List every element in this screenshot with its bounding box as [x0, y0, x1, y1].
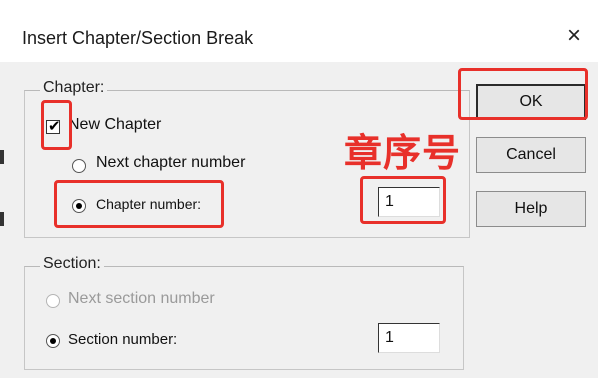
chapter-number-label[interactable]: Chapter number: [96, 196, 201, 212]
next-chapter-label[interactable]: Next chapter number [96, 154, 245, 172]
chapter-legend: Chapter: [40, 79, 108, 97]
section-number-radio[interactable] [46, 334, 60, 348]
cancel-button[interactable]: Cancel [476, 137, 586, 173]
left-edge-mark [0, 212, 4, 226]
section-number-label[interactable]: Section number: [68, 331, 177, 348]
help-button[interactable]: Help [476, 191, 586, 227]
chapter-number-radio[interactable] [72, 199, 86, 213]
dialog-title: Insert Chapter/Section Break [22, 28, 254, 48]
close-icon[interactable]: × [560, 22, 588, 50]
annotation-label: 章序号 [344, 131, 462, 175]
insert-break-dialog: Insert Chapter/Section Break × Chapter: … [0, 0, 598, 378]
section-groupbox [24, 266, 464, 370]
ok-button[interactable]: OK [476, 84, 586, 120]
new-chapter-checkbox[interactable]: ✔ [46, 118, 61, 135]
title-bar: Insert Chapter/Section Break × [0, 0, 598, 62]
next-section-radio[interactable] [46, 294, 60, 308]
next-chapter-radio[interactable] [72, 159, 86, 173]
chapter-number-input[interactable] [378, 187, 440, 217]
left-edge-mark [0, 150, 4, 164]
section-legend: Section: [40, 255, 104, 273]
next-section-label[interactable]: Next section number [68, 290, 215, 308]
section-number-input[interactable] [378, 323, 440, 353]
new-chapter-label[interactable]: New Chapter [68, 116, 161, 134]
check-icon: ✔ [48, 118, 61, 135]
